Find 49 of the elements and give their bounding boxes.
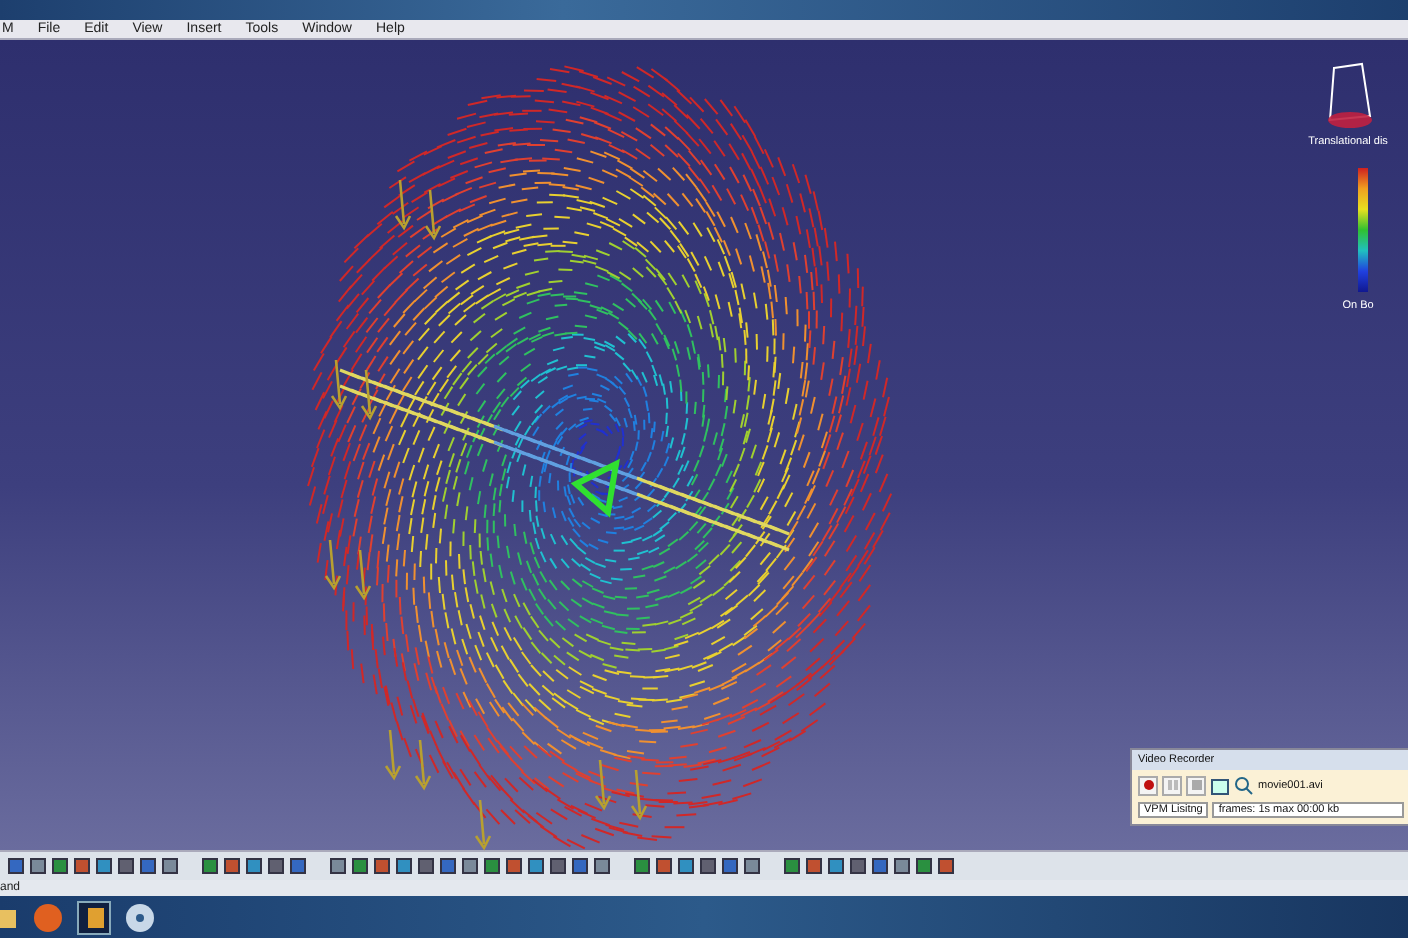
toolbar-square-icon[interactable] [96,858,112,875]
toolbar-square-icon[interactable] [506,858,522,875]
app-icon[interactable] [76,899,112,936]
toolbar-square-icon[interactable] [722,858,738,875]
toolbar-square-icon[interactable] [440,858,456,875]
toolbar-square-icon[interactable] [462,858,478,875]
toolbar-square-icon[interactable] [700,858,716,875]
toolbar-square-icon[interactable] [396,858,412,875]
toolbar-square-icon[interactable] [744,858,760,875]
toolbar-square-icon[interactable] [418,858,434,875]
toolbar-square-icon[interactable] [352,858,368,875]
toolbar-square-icon[interactable] [246,858,262,875]
toolbar-square-icon[interactable] [224,858,240,875]
toolbar-square-icon[interactable] [828,858,844,875]
toolbar-square-icon[interactable] [52,858,68,875]
toolbar-square-icon[interactable] [140,858,156,875]
toolbar-square-icon[interactable] [850,858,866,875]
toolbar-square-icon[interactable] [806,858,822,875]
triangle-marker-icon [570,458,620,518]
toolbar-square-icon[interactable] [894,858,910,875]
magnifier-icon[interactable] [1234,775,1254,796]
record-button[interactable] [1138,775,1158,796]
toolbar-square-icon[interactable] [784,858,800,875]
toolbar-square-icon[interactable] [330,858,346,875]
toolbar-square-icon[interactable] [594,858,610,875]
toolbar-square-icon[interactable] [202,858,218,875]
toolbar-square-icon[interactable] [872,858,888,875]
toolbar-square-icon[interactable] [656,858,672,875]
toolbar-square-icon[interactable] [74,858,90,875]
pause-icon [1167,780,1177,791]
toolbar-square-icon[interactable] [550,858,566,875]
toolbar-square-icon[interactable] [30,858,46,875]
toolbar-square-icon[interactable] [374,858,390,875]
toolbar-square-icon[interactable] [162,858,178,875]
toolbar-square-icon[interactable] [290,858,306,875]
disc-icon[interactable] [124,901,156,934]
color-scale-bar [1357,167,1367,292]
toolbar-square-icon[interactable] [484,858,500,875]
toolbar-square-icon[interactable] [268,858,284,875]
toolbar-square-icon[interactable] [938,858,954,875]
stop-icon [1191,780,1201,791]
toolbar-square-icon[interactable] [916,858,932,875]
record-icon [1143,780,1153,791]
toolbar-square-icon[interactable] [528,858,544,875]
toolbar-square-icon[interactable] [118,858,134,875]
toolbar-square-icon[interactable] [8,858,24,875]
toolbar-square-icon[interactable] [572,858,588,875]
toolbar-square-icon[interactable] [678,858,694,875]
toolbar-square-icon[interactable] [634,858,650,875]
